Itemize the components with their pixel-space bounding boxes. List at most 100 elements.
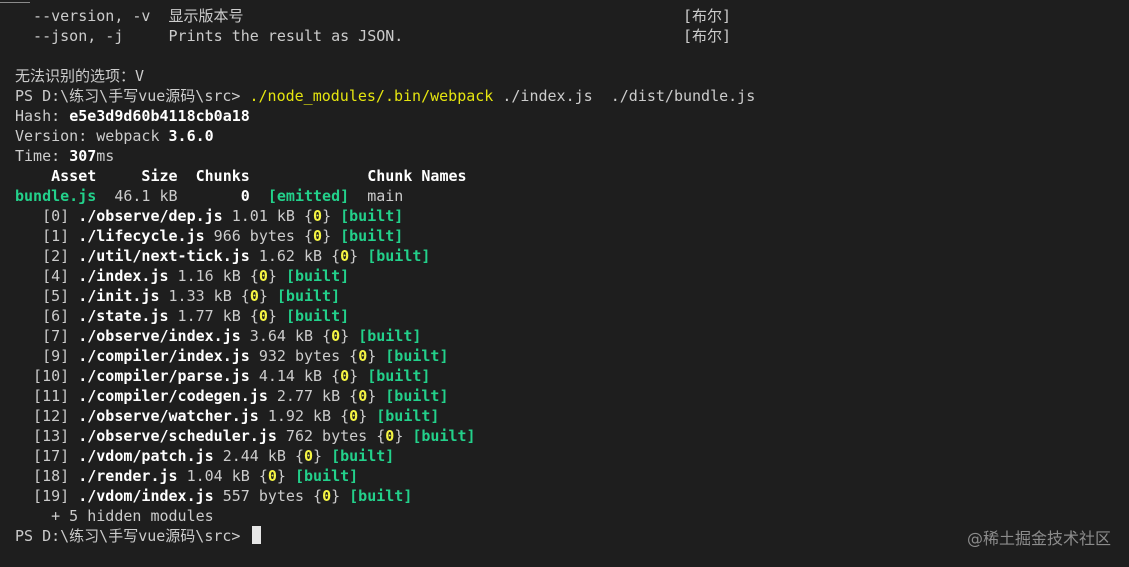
module-path: ./state.js — [78, 307, 169, 325]
module-index: [18] — [15, 467, 79, 485]
module-path: ./render.js — [78, 467, 178, 485]
help-json-type: [布尔] — [683, 27, 732, 45]
hidden-modules-line: + 5 hidden modules — [15, 507, 214, 525]
module-path: ./compiler/parse.js — [78, 367, 250, 385]
module-status: [built] — [385, 387, 449, 405]
help-version-type: [布尔] — [683, 7, 732, 25]
hash-line: Hash: e5e3d9d60b4118cb0a18 — [15, 106, 1129, 126]
module-row: [19] ./vdom/index.js 557 bytes {0} [buil… — [15, 487, 413, 505]
module-path: ./compiler/codegen.js — [78, 387, 268, 405]
module-row: [12] ./observe/watcher.js 1.92 kB {0} [b… — [15, 407, 440, 425]
module-status: [built] — [340, 227, 404, 245]
time-unit: ms — [96, 147, 115, 165]
asset-status: [emitted] — [249, 187, 350, 205]
module-path: ./index.js — [78, 267, 169, 285]
module-list: [0] ./observe/dep.js 1.01 kB {0} [built]… — [15, 206, 1129, 506]
module-status: [built] — [349, 487, 413, 505]
module-chunk: 0 — [267, 467, 277, 485]
module-index: [10] — [15, 367, 79, 385]
asset-table-header: Asset Size Chunks Chunk Names — [15, 167, 467, 185]
module-index: [2] — [15, 247, 79, 265]
module-chunk: 0 — [340, 367, 350, 385]
help-json-text: --json, -j Prints the result as JSON. — [15, 27, 404, 45]
module-path: ./observe/index.js — [78, 327, 241, 345]
module-size: 557 bytes — [213, 487, 314, 505]
final-prompt-line[interactable]: PS D:\练习\手写vue源码\src> — [15, 526, 1129, 546]
module-row: [0] ./observe/dep.js 1.01 kB {0} [built] — [15, 207, 404, 225]
module-chunk: 0 — [358, 387, 368, 405]
time-value: 307 — [69, 147, 97, 165]
module-status: [built] — [367, 367, 431, 385]
module-path: ./observe/dep.js — [78, 207, 223, 225]
module-status: [built] — [412, 427, 476, 445]
module-chunk: 0 — [304, 447, 314, 465]
module-index: [1] — [15, 227, 79, 245]
module-size: 1.62 kB — [249, 247, 332, 265]
module-path: ./observe/scheduler.js — [78, 427, 277, 445]
module-size: 1.77 kB — [168, 307, 250, 325]
module-path: ./vdom/index.js — [78, 487, 214, 505]
module-row: [2] ./util/next-tick.js 1.62 kB {0} [bui… — [15, 247, 431, 265]
module-index: [4] — [15, 267, 79, 285]
asset-chunks: 0 — [177, 187, 250, 205]
module-index: [6] — [15, 307, 79, 325]
module-path: ./observe/watcher.js — [78, 407, 259, 425]
module-index: [11] — [15, 387, 79, 405]
module-size: 1.16 kB — [168, 267, 250, 285]
asset-row: bundle.js 46.1 kB 0 [emitted] main — [15, 186, 1129, 206]
module-row: [5] ./init.js 1.33 kB {0} [built] — [15, 287, 341, 305]
module-index: [13] — [15, 427, 79, 445]
hash-label: Hash: — [15, 107, 70, 125]
module-chunk: 0 — [385, 427, 395, 445]
module-row: [17] ./vdom/patch.js 2.44 kB {0} [built] — [15, 447, 395, 465]
module-path: ./compiler/index.js — [78, 347, 250, 365]
module-index: [17] — [15, 447, 79, 465]
hash-value: e5e3d9d60b4118cb0a18 — [69, 107, 250, 125]
scrollback-divider — [0, 2, 30, 3]
command-line: PS D:\练习\手写vue源码\src> ./node_modules/.bi… — [15, 86, 1129, 106]
module-path: ./lifecycle.js — [78, 227, 205, 245]
module-row: [4] ./index.js 1.16 kB {0} [built] — [15, 267, 350, 285]
module-chunk: 0 — [258, 267, 268, 285]
watermark: @稀土掘金技术社区 — [966, 529, 1111, 548]
module-index: [9] — [15, 347, 79, 365]
module-status: [built] — [358, 327, 422, 345]
terminal-window[interactable]: --version, -v 显示版本号 [布尔] --json, -j Print… — [0, 0, 1129, 567]
module-size: 966 bytes — [204, 227, 304, 245]
version-value: 3.6.0 — [168, 127, 214, 145]
module-chunk: 0 — [340, 247, 350, 265]
module-row: [6] ./state.js 1.77 kB {0} [built] — [15, 307, 350, 325]
module-status: [built] — [340, 207, 404, 225]
module-chunk: 0 — [313, 227, 323, 245]
module-status: [built] — [376, 407, 440, 425]
time-line: Time: 307ms — [15, 146, 1129, 166]
asset-size: 46.1 kB — [96, 187, 178, 205]
module-path: ./init.js — [78, 287, 160, 305]
error-line: 无法识别的选项：V — [15, 67, 145, 85]
module-size: 1.92 kB — [258, 407, 341, 425]
module-path: ./vdom/patch.js — [78, 447, 214, 465]
module-status: [built] — [331, 447, 395, 465]
module-chunk: 0 — [331, 327, 341, 345]
help-line-json: --json, -j Prints the result as JSON. [布尔… — [15, 26, 1129, 46]
module-chunk: 0 — [349, 407, 359, 425]
module-row: [7] ./observe/index.js 3.64 kB {0} [buil… — [15, 327, 422, 345]
command-args: ./index.js ./dist/bundle.js — [493, 87, 756, 105]
asset-chunk-name: main — [349, 187, 404, 205]
help-line-version: --version, -v 显示版本号 [布尔] — [15, 6, 1129, 26]
final-prompt-text: PS D:\练习\手写vue源码\src> — [15, 527, 241, 545]
module-row: [18] ./render.js 1.04 kB {0} [built] — [15, 467, 359, 485]
module-chunk: 0 — [258, 307, 268, 325]
module-row: [13] ./observe/scheduler.js 762 bytes {0… — [15, 427, 476, 445]
module-status: [built] — [294, 467, 359, 485]
module-index: [12] — [15, 407, 79, 425]
time-label: Time: — [15, 147, 70, 165]
help-version-text: --version, -v 显示版本号 — [15, 7, 244, 25]
module-size: 1.01 kB — [222, 207, 304, 225]
module-chunk: 0 — [313, 207, 323, 225]
module-size: 4.14 kB — [249, 367, 332, 385]
module-chunk: 0 — [249, 287, 259, 305]
module-size: 762 bytes — [276, 427, 377, 445]
module-size: 932 bytes — [249, 347, 350, 365]
